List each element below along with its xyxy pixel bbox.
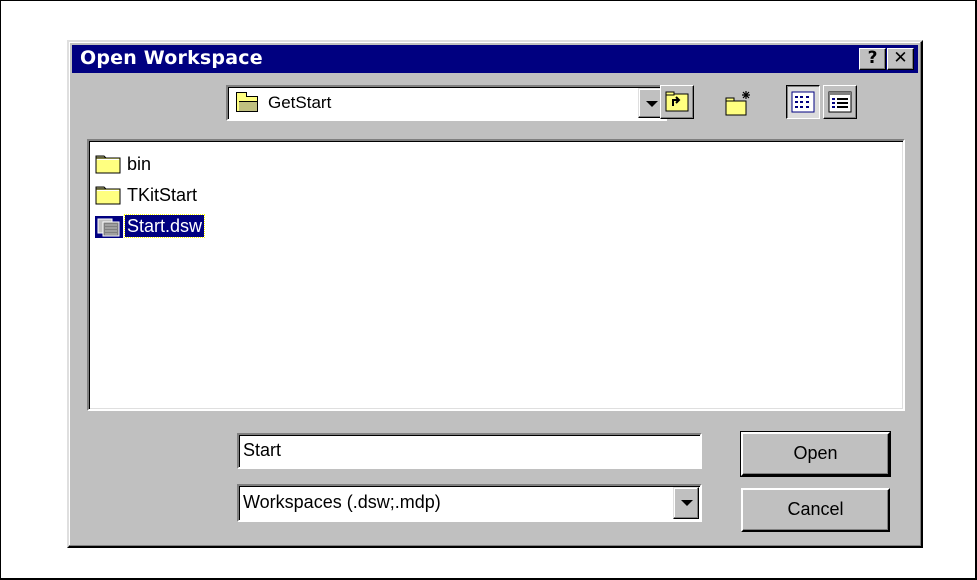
- cancel-button-label: Cancel: [787, 499, 844, 519]
- chevron-down-icon: [646, 101, 658, 107]
- look-in-value: GetStart: [268, 93, 332, 112]
- chevron-down-icon: [681, 500, 693, 506]
- folder-up-icon: [665, 91, 689, 112]
- file-name-label: TKitStart: [127, 185, 198, 205]
- create-new-folder-button[interactable]: [721, 85, 755, 119]
- open-button-label: Open: [793, 443, 838, 463]
- folder-open-icon: [236, 92, 258, 112]
- file-list[interactable]: bin TKitStart Start.dsw: [87, 139, 905, 411]
- file-name-input[interactable]: Start: [237, 433, 702, 469]
- help-icon: ?: [867, 48, 878, 68]
- cancel-button[interactable]: Cancel: [741, 488, 890, 532]
- list-view-button[interactable]: [786, 85, 820, 119]
- details-view-icon: [828, 91, 852, 113]
- help-button[interactable]: ?: [859, 48, 886, 70]
- file-name-label: bin: [127, 154, 152, 174]
- file-type-dropdown-button[interactable]: [673, 487, 699, 519]
- folder-icon: [95, 155, 121, 174]
- new-folder-icon: [725, 91, 750, 116]
- open-workspace-dialog: Open Workspace ? ✕ GetStart bin TKitStar…: [67, 40, 923, 548]
- folder-icon: [95, 186, 121, 205]
- workspace-file-icon: [95, 216, 123, 238]
- file-name-label: Start.dsw: [123, 214, 206, 238]
- file-type-value: Workspaces (.dsw;.mdp): [243, 492, 441, 512]
- file-type-combo[interactable]: Workspaces (.dsw;.mdp): [237, 484, 702, 522]
- details-view-button[interactable]: [823, 85, 857, 119]
- up-one-level-button[interactable]: [660, 85, 694, 119]
- dialog-title: Open Workspace: [80, 47, 263, 69]
- close-icon: ✕: [893, 48, 908, 68]
- look-in-combo[interactable]: GetStart: [226, 85, 667, 121]
- close-button[interactable]: ✕: [887, 48, 914, 70]
- title-bar[interactable]: Open Workspace ? ✕: [72, 45, 918, 73]
- list-view-icon: [791, 91, 815, 113]
- open-button[interactable]: Open: [740, 431, 891, 477]
